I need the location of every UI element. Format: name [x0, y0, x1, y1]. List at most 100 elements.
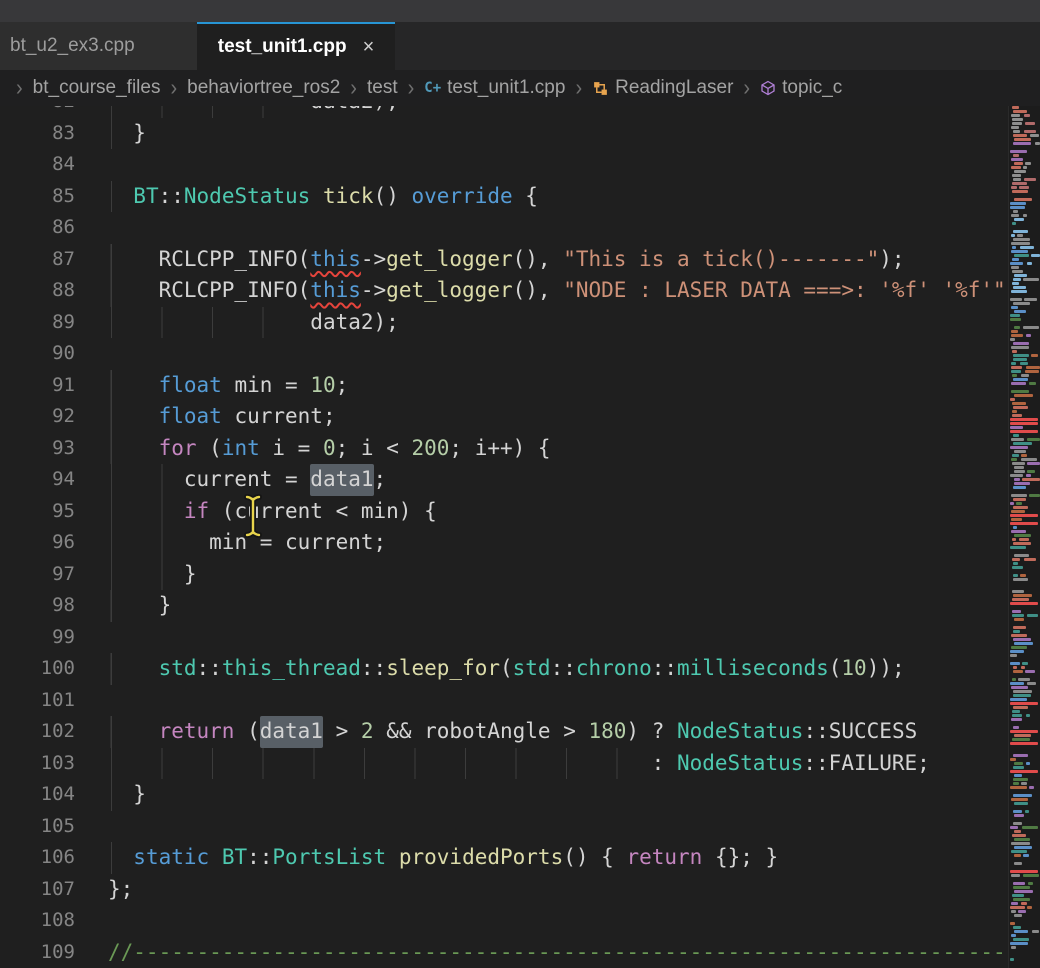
code-line[interactable]: 99: [0, 622, 1008, 654]
minimap-line: [1014, 618, 1024, 621]
minimap-line: [1010, 698, 1027, 701]
code-line[interactable]: 84: [0, 149, 1008, 181]
code-line[interactable]: 86: [0, 212, 1008, 244]
minimap-line: [1014, 846, 1032, 849]
code-line[interactable]: 109//-----------------------------------…: [0, 937, 1008, 968]
code-line[interactable]: 107};: [0, 874, 1008, 906]
code-line[interactable]: 88 RCLCPP_INFO(this->get_logger(), "NODE…: [0, 275, 1008, 307]
minimap-line: [1010, 682, 1024, 685]
class-symbol-icon: [592, 80, 609, 97]
minimap-line: [1014, 138, 1031, 141]
line-number: 93: [0, 433, 75, 465]
code-line[interactable]: 94 current = data1;: [0, 464, 1008, 496]
minimap-line: [1013, 142, 1031, 145]
code-line[interactable]: 90: [0, 338, 1008, 370]
code-line[interactable]: 93 for (int i = 0; i < 200; i++) {: [0, 433, 1008, 465]
minimap-line: [1023, 874, 1039, 877]
breadcrumb-item-test[interactable]: test: [367, 77, 398, 99]
minimap-line: [1011, 114, 1020, 117]
code-line[interactable]: 102 return (data1 > 2 && robotAngle > 18…: [0, 716, 1008, 748]
code-line[interactable]: 83 }: [0, 118, 1008, 150]
breadcrumb-label: test_unit1.cpp: [447, 77, 565, 99]
code-editor[interactable]: 82 data2);83 }8485 BT::NodeStatus tick()…: [0, 106, 1008, 968]
minimap-line: [1025, 810, 1029, 813]
breadcrumb-label: test: [367, 77, 398, 99]
code-line[interactable]: 101: [0, 685, 1008, 717]
tab-test-unit1[interactable]: test_unit1.cpp ×: [197, 22, 395, 70]
code-line[interactable]: 97 }: [0, 559, 1008, 591]
minimap-line: [1010, 942, 1028, 945]
minimap-line: [1010, 770, 1038, 773]
code-line[interactable]: 106 static BT::PortsList providedPorts()…: [0, 842, 1008, 874]
breadcrumb-item-bt-course-files[interactable]: bt_course_files: [33, 77, 161, 99]
minimap-line: [1024, 114, 1030, 117]
minimap-line: [1024, 178, 1036, 181]
code-line[interactable]: 108: [0, 905, 1008, 937]
code-line[interactable]: 98 }: [0, 590, 1008, 622]
line-number: 88: [0, 275, 75, 307]
minimap-line: [1027, 614, 1038, 617]
minimap-line: [1013, 302, 1030, 305]
minimap-line: [1010, 422, 1038, 425]
line-number: 104: [0, 779, 75, 811]
minimap-line: [1011, 798, 1028, 801]
minimap-line: [1012, 678, 1016, 681]
minimap-line: [1010, 730, 1038, 733]
code-line[interactable]: 87 RCLCPP_INFO(this->get_logger(), "This…: [0, 244, 1008, 276]
minimap-line: [1011, 646, 1027, 649]
minimap-line: [1011, 390, 1029, 393]
code-line-text: }: [108, 118, 146, 150]
minimap[interactable]: [1008, 106, 1040, 968]
minimap-line: [1029, 382, 1036, 385]
minimap-line: [1010, 418, 1038, 421]
minimap-line: [1012, 182, 1027, 185]
breadcrumb-item-readinglaser[interactable]: ReadingLaser: [592, 77, 733, 99]
minimap-line: [1020, 362, 1028, 365]
minimap-line: [1024, 558, 1036, 561]
code-line[interactable]: 100 std::this_thread::sleep_for(std::chr…: [0, 653, 1008, 685]
breadcrumb-item-behaviortree-ros2[interactable]: behaviortree_ros2: [187, 77, 340, 99]
close-icon[interactable]: ×: [363, 36, 375, 59]
minimap-line: [1014, 310, 1026, 313]
minimap-line: [1013, 726, 1019, 729]
line-number: 90: [0, 338, 75, 370]
minimap-line: [1027, 906, 1032, 909]
code-line[interactable]: 89 data2);: [0, 307, 1008, 339]
minimap-line: [1011, 234, 1015, 237]
minimap-line: [1011, 158, 1023, 161]
code-line[interactable]: 95 if (current < min) {: [0, 496, 1008, 528]
minimap-line: [1011, 458, 1017, 461]
minimap-line: [1010, 514, 1038, 517]
minimap-line: [1025, 370, 1039, 373]
line-number: 100: [0, 653, 75, 685]
line-number: 108: [0, 905, 75, 937]
minimap-line: [1014, 466, 1024, 469]
minimap-line: [1010, 654, 1017, 657]
minimap-line: [1013, 926, 1021, 929]
minimap-line: [1024, 298, 1037, 301]
editor-tab-bar: bt_u2_ex3.cpp test_unit1.cpp ×: [0, 22, 1040, 70]
code-line[interactable]: 82 data2);: [0, 106, 1008, 118]
code-line[interactable]: 105: [0, 811, 1008, 843]
minimap-line: [1014, 170, 1026, 173]
minimap-line: [1011, 874, 1020, 877]
minimap-line: [1018, 678, 1030, 681]
code-line[interactable]: 85 BT::NodeStatus tick() override {: [0, 181, 1008, 213]
minimap-line: [1011, 530, 1026, 533]
code-line[interactable]: 104 }: [0, 779, 1008, 811]
line-number: 102: [0, 716, 75, 748]
minimap-line: [1013, 690, 1032, 693]
code-line[interactable]: 103 : NodeStatus::FAILURE;: [0, 748, 1008, 780]
tab-bt-u2-ex3[interactable]: bt_u2_ex3.cpp: [0, 22, 197, 70]
code-line[interactable]: 96 min = current;: [0, 527, 1008, 559]
minimap-line: [1012, 454, 1019, 457]
line-number: 82: [0, 106, 75, 118]
minimap-line: [1012, 258, 1019, 261]
minimap-line: [1014, 890, 1033, 893]
minimap-line: [1027, 262, 1032, 265]
breadcrumb-item-test-unit1-cpp[interactable]: C+test_unit1.cpp: [424, 77, 565, 99]
code-line[interactable]: 92 float current;: [0, 401, 1008, 433]
breadcrumb-item-topic-c[interactable]: topic_c: [760, 77, 842, 99]
code-line[interactable]: 91 float min = 10;: [0, 370, 1008, 402]
minimap-line: [1011, 686, 1028, 689]
